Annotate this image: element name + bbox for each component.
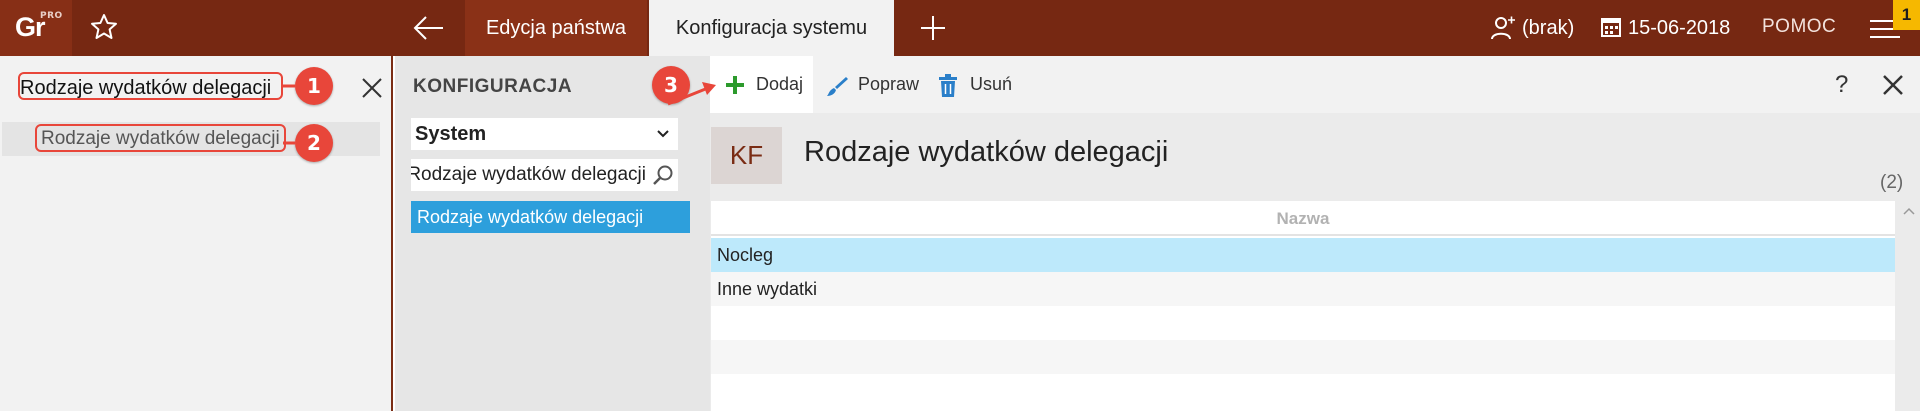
search-result-label: Rodzaje wydatków delegacji	[35, 124, 286, 152]
add-button[interactable]: Dodaj	[710, 56, 813, 113]
config-search-input[interactable]: Rodzaje wydatków delegacji	[411, 159, 678, 191]
logo-sup-text: PRO	[40, 11, 63, 21]
left-search-panel: Rodzaje wydatków delegacji Rodzaje wydat…	[0, 56, 393, 411]
empty-row	[711, 306, 1895, 340]
close-icon[interactable]	[360, 76, 384, 100]
search-icon[interactable]	[652, 164, 674, 186]
module-badge: KF	[711, 127, 782, 184]
help-button[interactable]: ?	[1835, 56, 1848, 113]
delete-button[interactable]: Usuń	[970, 56, 1012, 113]
module-select-value: System	[415, 123, 487, 145]
close-icon[interactable]	[1882, 74, 1904, 96]
user-icon[interactable]	[1489, 14, 1517, 42]
notification-badge[interactable]: 1	[1893, 0, 1920, 30]
config-search-value: Rodzaje wydatków delegacji	[411, 164, 646, 185]
help-link[interactable]: POMOC	[1762, 0, 1836, 54]
main-content: Dodaj Popraw Usuń ? KF Rodzaje wydatków …	[710, 56, 1920, 411]
top-bar: Gr PRO Edycja państwa Konfiguracja syste…	[0, 0, 1920, 56]
config-title: KONFIGURACJA	[413, 76, 573, 97]
add-button-label: Dodaj	[756, 74, 804, 94]
edit-button[interactable]: Popraw	[858, 56, 919, 113]
empty-row	[711, 374, 1895, 408]
user-label[interactable]: (brak)	[1522, 0, 1574, 56]
plus-icon	[726, 76, 744, 94]
page-title: Rodzaje wydatków delegacji	[804, 136, 1169, 168]
table-row[interactable]: Inne wydatki	[711, 272, 1895, 306]
record-count: (2)	[1880, 172, 1904, 193]
config-list-item[interactable]: Rodzaje wydatków delegacji	[411, 201, 690, 233]
tab-konfiguracja-systemu[interactable]: Konfiguracja systemu	[649, 0, 894, 56]
app-logo[interactable]: Gr PRO	[0, 0, 72, 56]
callout-badge: 2	[295, 124, 333, 162]
chevron-down-icon	[657, 130, 669, 138]
callout-badge: 1	[295, 67, 333, 105]
tab-edycja-panstwa[interactable]: Edycja państwa	[465, 0, 647, 56]
config-panel: KONFIGURACJA System Rodzaje wydatków del…	[395, 56, 710, 411]
column-header-nazwa[interactable]: Nazwa	[711, 201, 1895, 236]
trash-icon[interactable]	[938, 74, 958, 98]
data-grid: Nazwa Nocleg Inne wydatki	[711, 201, 1895, 411]
scroll-up-icon[interactable]	[1902, 206, 1916, 216]
callout-badge: 3	[652, 66, 690, 104]
empty-row	[711, 340, 1895, 374]
star-icon[interactable]	[89, 12, 119, 42]
module-select[interactable]: System	[411, 118, 678, 150]
table-row[interactable]: Nocleg	[711, 238, 1895, 272]
toolbar: Dodaj Popraw Usuń ?	[710, 56, 1920, 113]
plus-icon[interactable]	[918, 13, 948, 43]
calendar-icon[interactable]	[1600, 16, 1622, 38]
date-label[interactable]: 15-06-2018	[1628, 0, 1730, 56]
brush-icon[interactable]	[825, 74, 849, 98]
back-arrow-icon[interactable]	[411, 11, 447, 45]
menu-search-input[interactable]: Rodzaje wydatków delegacji	[18, 72, 283, 100]
